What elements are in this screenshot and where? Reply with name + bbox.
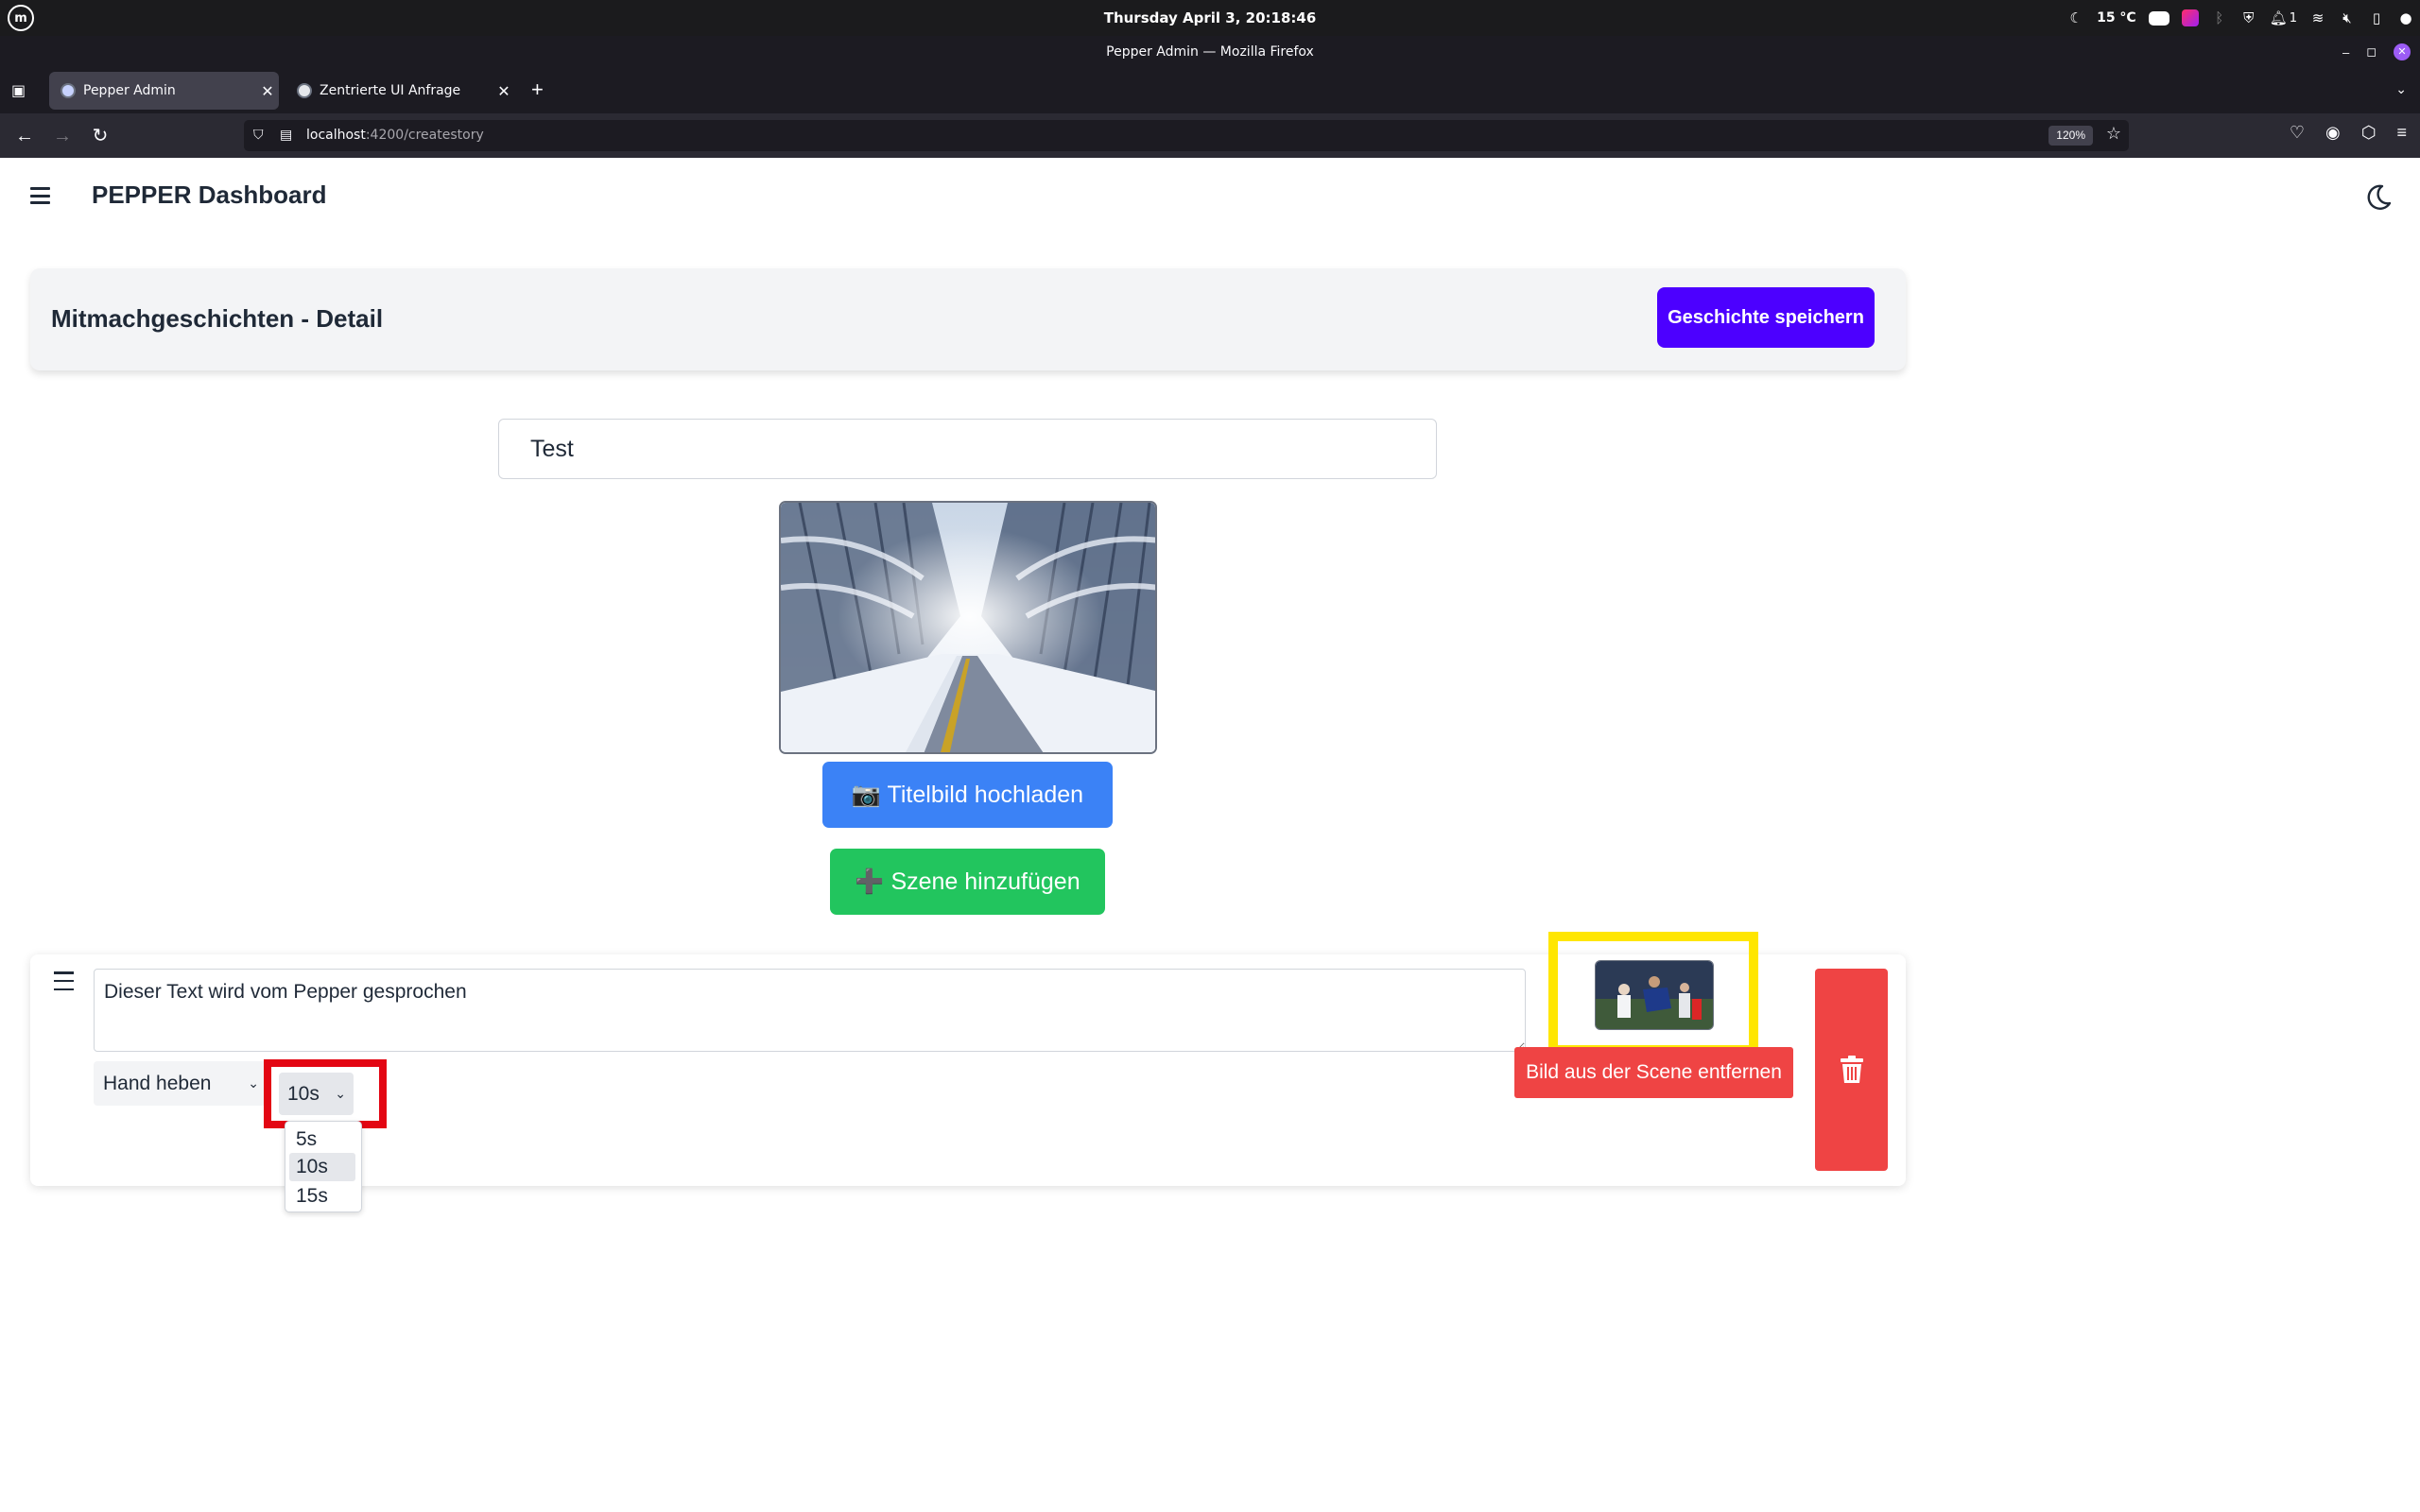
tab-favicon-icon — [60, 83, 76, 98]
url-host: localhost — [306, 128, 366, 143]
minimize-icon[interactable]: – — [2342, 45, 2349, 60]
pocket-icon[interactable]: ♡ — [2290, 123, 2305, 143]
gesture-selected-value: Hand heben — [103, 1073, 212, 1094]
app-header: PEPPER Dashboard — [0, 158, 2420, 239]
night-mode-icon[interactable]: ☾ — [2067, 9, 2084, 26]
url-bar[interactable]: ⛉ ▤ localhost:4200/createstory 120% ☆ — [244, 120, 2129, 151]
remove-scene-image-button[interactable]: Bild aus der Scene entfernen — [1514, 1047, 1793, 1098]
notification-count: 1 — [2289, 10, 2297, 26]
tab-close-icon[interactable]: ✕ — [256, 82, 279, 100]
dark-mode-moon-icon[interactable] — [2363, 182, 2394, 213]
new-tab-icon[interactable]: + — [531, 79, 544, 100]
account-icon[interactable]: ◉ — [2325, 123, 2341, 143]
duration-dropdown-list: 5s 10s 15s — [285, 1121, 362, 1212]
tab-label: Pepper Admin — [83, 83, 176, 98]
close-window-icon[interactable]: ✕ — [2394, 43, 2411, 60]
scene-image-highlight-box — [1548, 932, 1758, 1055]
system-clock[interactable]: Thursday April 3, 20:18:46 — [0, 0, 2420, 36]
tab-close-icon[interactable]: ✕ — [493, 82, 515, 100]
detail-header-card: Mitmachgeschichten - Detail Geschichte s… — [30, 268, 1906, 370]
scene-card: Dieser Text wird vom Pepper gesprochen H… — [30, 932, 1906, 1212]
zoom-level-badge[interactable]: 120% — [2048, 126, 2093, 146]
toolbar-right: ♡ ◉ ⬡ ≡ — [2290, 123, 2407, 143]
story-title-input[interactable] — [498, 419, 1437, 479]
battery-icon[interactable]: ▯ — [2368, 9, 2385, 26]
tab-zentrierte-ui[interactable]: Zentrierte UI Anfrage ✕ — [285, 72, 515, 110]
tab-label: Zentrierte UI Anfrage — [320, 83, 461, 98]
add-scene-button[interactable]: ➕ Szene hinzufügen — [830, 849, 1105, 915]
drag-handle-icon[interactable] — [54, 971, 74, 990]
navigation-bar: ← → ↻ ⛉ ▤ localhost:4200/createstory 120… — [0, 113, 2420, 158]
volume-muted-icon[interactable]: 🔇︎ — [2339, 9, 2356, 26]
tab-favicon-icon — [297, 83, 312, 98]
bookmark-star-icon[interactable]: ☆ — [2106, 124, 2121, 144]
browser-titlebar: Pepper Admin — Mozilla Firefox – ◻ ✕ — [0, 36, 2420, 68]
tracking-shield-icon[interactable]: ⛉ — [253, 127, 270, 144]
system-tray: ☾ 15 °C ᛒ ⛨ 🔔︎ 1 ≋ 🔇︎ ▯ ● — [2067, 0, 2414, 36]
maximize-icon[interactable]: ◻ — [2366, 44, 2377, 60]
window-controls: – ◻ ✕ — [2342, 43, 2411, 60]
wifi-icon[interactable]: ≋ — [2309, 9, 2326, 26]
duration-highlight-box: 10s ⌄ — [264, 1059, 387, 1128]
app-tray-icon[interactable] — [2181, 9, 2199, 26]
page-title: Mitmachgeschichten - Detail — [51, 304, 384, 333]
weather-text[interactable]: 15 °C — [2097, 10, 2136, 26]
duration-selected-value: 10s — [287, 1083, 320, 1105]
upload-title-image-button[interactable]: 📷 Titelbild hochladen — [822, 762, 1113, 828]
shield-tray-icon[interactable]: ⛨ — [2240, 9, 2257, 26]
window-title: Pepper Admin — Mozilla Firefox — [1106, 44, 1314, 60]
tab-pepper-admin[interactable]: Pepper Admin ✕ — [49, 72, 279, 110]
app-menu-icon[interactable]: ≡ — [2396, 123, 2407, 143]
app-title: PEPPER Dashboard — [92, 180, 327, 209]
reload-icon[interactable]: ↻ — [87, 123, 113, 149]
url-text[interactable]: localhost:4200/createstory — [306, 120, 484, 151]
title-image — [779, 501, 1157, 754]
extensions-icon[interactable]: ⬡ — [2361, 123, 2377, 143]
duration-option-5s[interactable]: 5s — [289, 1125, 355, 1154]
forward-icon[interactable]: → — [49, 123, 76, 149]
gesture-select[interactable]: Hand heben ⌄ — [94, 1061, 267, 1106]
chevron-down-icon: ⌄ — [248, 1075, 259, 1091]
tab-strip: ▣ Pepper Admin ✕ Zentrierte UI Anfrage ✕… — [0, 68, 2420, 113]
chevron-down-icon: ⌄ — [335, 1086, 346, 1101]
trash-icon — [1840, 1056, 1863, 1083]
duration-option-10s[interactable]: 10s — [289, 1153, 355, 1181]
notifications-icon[interactable]: 🔔︎ — [2270, 9, 2288, 26]
bluetooth-icon[interactable]: ᛒ — [2211, 9, 2228, 26]
url-path: :4200/createstory — [365, 128, 484, 143]
back-icon[interactable]: ← — [11, 123, 38, 149]
duration-select[interactable]: 10s ⌄ — [279, 1073, 354, 1115]
page-info-icon[interactable]: ▤ — [280, 127, 295, 144]
os-top-panel: m Thursday April 3, 20:18:46 ☾ 15 °C ᛒ ⛨… — [0, 0, 2420, 36]
tab-list-icon[interactable]: ▣ — [11, 81, 30, 100]
duration-option-15s[interactable]: 15s — [289, 1182, 355, 1211]
scene-text-input[interactable]: Dieser Text wird vom Pepper gesprochen — [94, 969, 1526, 1052]
chevron-down-icon[interactable]: ⌄ — [2395, 81, 2407, 97]
discord-icon[interactable] — [2148, 10, 2169, 26]
save-story-button[interactable]: Geschichte speichern — [1657, 287, 1875, 348]
scene-image-thumbnail[interactable] — [1595, 960, 1714, 1030]
user-icon[interactable]: ● — [2397, 9, 2414, 26]
delete-scene-button[interactable] — [1815, 969, 1888, 1171]
menu-icon[interactable] — [30, 187, 50, 204]
page-content: PEPPER Dashboard Mitmachgeschichten - De… — [0, 158, 2420, 1512]
